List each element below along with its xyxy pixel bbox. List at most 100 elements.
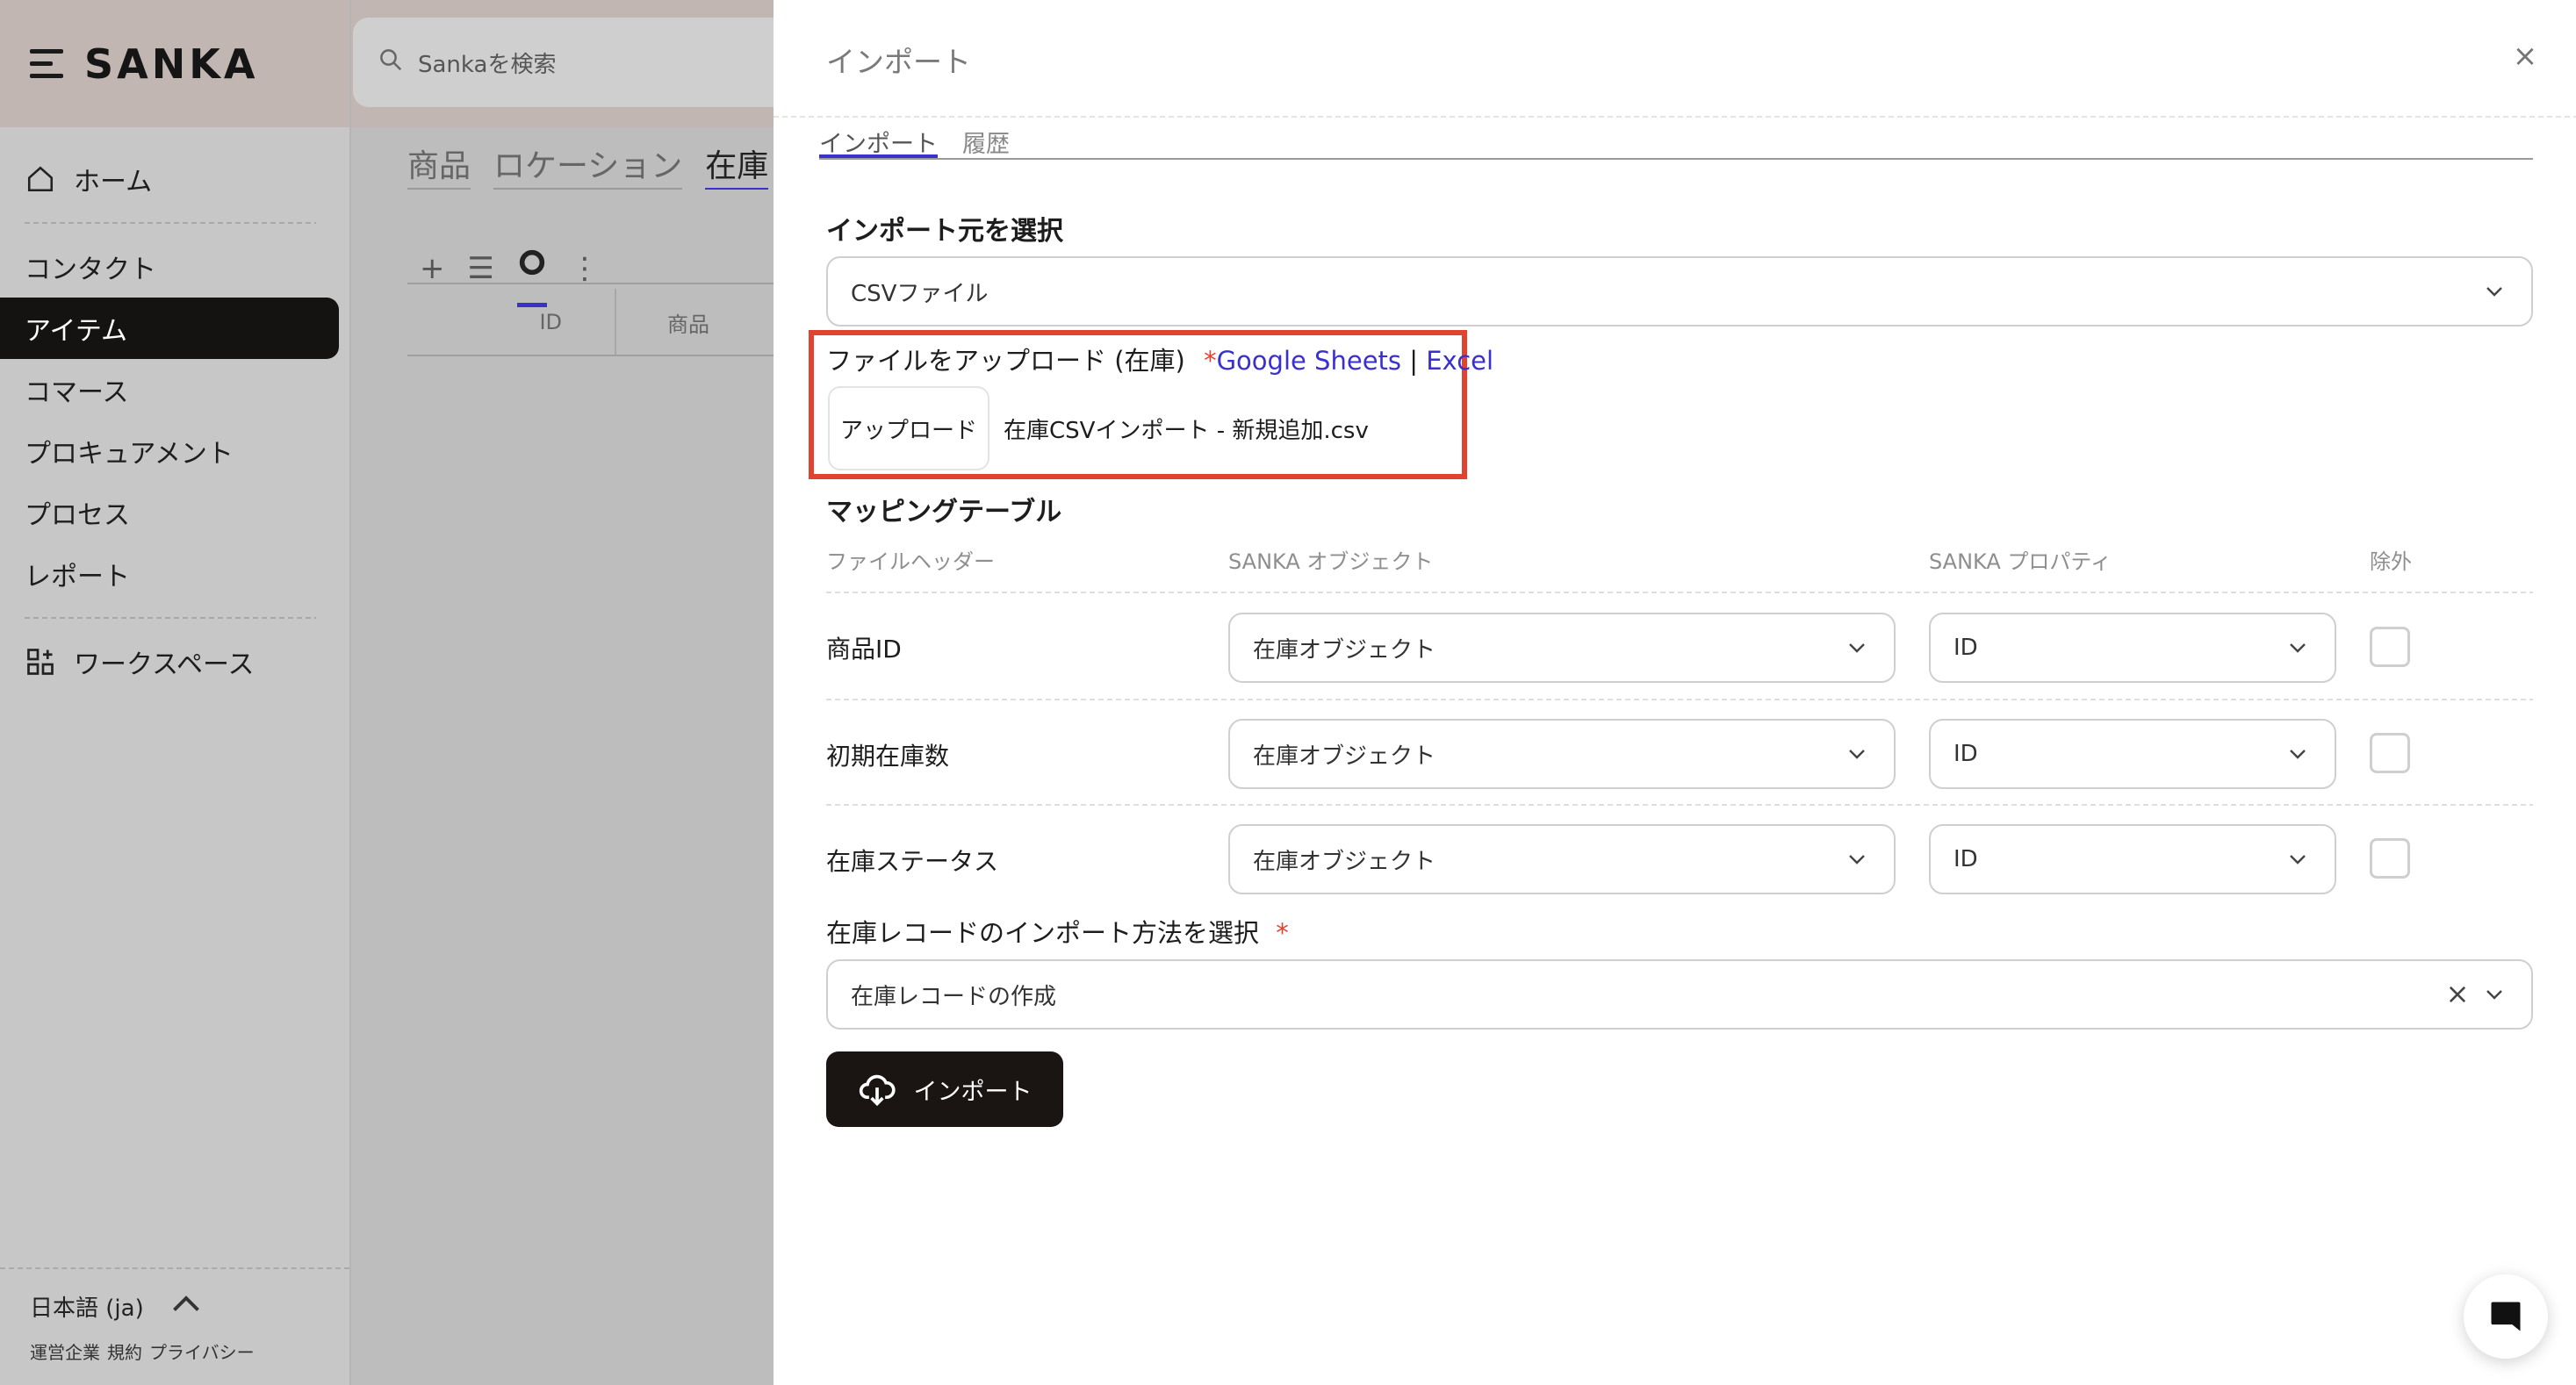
sidebar-item-label: プロキュアメント [25, 439, 234, 470]
language-label: 日本語 (ja) [30, 1295, 144, 1322]
tab-import[interactable]: インポート [819, 125, 938, 158]
footer-links: 運営企業 規約 プライバシー [30, 1338, 320, 1364]
sidebar-footer: 日本語 (ja) 運営企業 規約 プライバシー [0, 1267, 349, 1385]
clear-icon[interactable] [2445, 982, 2470, 1007]
divider [826, 804, 2533, 806]
divider [25, 222, 316, 224]
cloud-download-icon [859, 1074, 896, 1107]
sidebar-item-report[interactable]: レポート [0, 543, 339, 605]
sidebar-item-procurement[interactable]: プロキュアメント [0, 420, 339, 482]
excel-link[interactable]: Excel [1426, 346, 1493, 376]
method-select[interactable]: 在庫レコードの作成 [826, 959, 2533, 1030]
mapping-header-object: SANKA オブジェクト [1228, 549, 1434, 574]
upload-label: ファイルをアップロード (在庫) *Google Sheets | Excel [826, 341, 1493, 377]
select-value: ID [1954, 846, 1978, 872]
chevron-down-icon [1849, 643, 1865, 653]
sidebar-item-label: コンタクト [25, 255, 156, 285]
required-mark: * [1276, 918, 1289, 948]
select-value: 在庫オブジェクト [1253, 848, 1436, 875]
required-mark: * [1204, 346, 1217, 376]
footer-link-privacy[interactable]: プライバシー [149, 1338, 255, 1364]
sidebar-item-label: レポート [25, 562, 130, 592]
select-value: ID [1954, 635, 1978, 661]
divider [407, 283, 794, 284]
sidebar-item-label: ホーム [74, 167, 153, 197]
chevron-down-icon [2290, 643, 2306, 653]
chevron-up-icon [170, 1293, 202, 1320]
table-header: ID 商品 [407, 289, 794, 356]
sidebar-item-process[interactable]: プロセス [0, 482, 339, 543]
add-icon[interactable]: + [420, 251, 445, 286]
close-icon[interactable]: × [2508, 39, 2543, 74]
uploaded-file-name: 在庫CSVインポート - 新規追加.csv [1004, 418, 1369, 444]
panel-title: インポート [826, 45, 971, 79]
chat-button[interactable] [2464, 1274, 2548, 1359]
mapping-title: マッピングテーブル [826, 497, 1062, 527]
column-header-id: ID [539, 310, 562, 334]
column-header-product: 商品 [667, 312, 709, 337]
source-select-value: CSVファイル [851, 280, 989, 307]
sidebar-item-label: アイテム [25, 316, 127, 347]
mapping-header-exclude: 除外 [2370, 549, 2412, 574]
method-label-text: 在庫レコードのインポート方法を選択 [826, 918, 1260, 948]
source-label: インポート元を選択 [826, 216, 1063, 247]
sidebar-item-label: コマース [25, 377, 129, 408]
tab-products[interactable]: 商品 [407, 140, 471, 190]
mapping-object-select[interactable]: 在庫オブジェクト [1228, 719, 1896, 789]
panel-tabs: インポート 履歴 [819, 125, 2533, 160]
divider [826, 592, 2533, 593]
import-button-label: インポート [913, 1078, 1033, 1106]
column-divider [562, 289, 616, 355]
chat-icon [2491, 1302, 2521, 1331]
search-input[interactable]: Sankaを検索 [353, 18, 827, 107]
method-select-value: 在庫レコードの作成 [851, 983, 1057, 1010]
chevron-down-icon [1849, 855, 1865, 865]
search-placeholder: Sankaを検索 [418, 51, 557, 78]
upload-button[interactable]: アップロード [828, 386, 989, 470]
object-tabs: 商品 ロケーション 在庫 [407, 140, 769, 190]
tab-locations[interactable]: ロケーション [493, 140, 683, 190]
mapping-header-file: ファイルヘッダー [826, 549, 995, 574]
sidebar-item-label: プロセス [25, 500, 130, 531]
search-icon [378, 47, 404, 79]
divider [826, 699, 2533, 700]
more-icon[interactable]: ⋮ [570, 251, 600, 286]
link-separator: | [1409, 346, 1419, 376]
divider [25, 617, 316, 619]
footer-link-company[interactable]: 運営企業 [30, 1338, 100, 1364]
mapping-property-select[interactable]: ID [1929, 824, 2336, 894]
sidebar-item-contact[interactable]: コンタクト [0, 236, 339, 298]
exclude-checkbox[interactable] [2370, 733, 2410, 773]
tab-inventory[interactable]: 在庫 [705, 140, 769, 190]
exclude-checkbox[interactable] [2370, 838, 2410, 879]
exclude-checkbox[interactable] [2370, 627, 2410, 667]
select-value: 在庫オブジェクト [1253, 636, 1436, 664]
sidebar-item-item[interactable]: アイテム [0, 298, 339, 359]
sidebar: SANKA ホーム コンタクト アイテム コマース プロキュアメント プロセス … [0, 0, 351, 1385]
mapping-property-select[interactable]: ID [1929, 613, 2336, 683]
mapping-property-select[interactable]: ID [1929, 719, 2336, 789]
menu-icon[interactable] [30, 49, 63, 78]
sidebar-item-commerce[interactable]: コマース [0, 359, 339, 420]
chevron-down-icon [2290, 750, 2306, 759]
footer-link-terms[interactable]: 規約 [107, 1338, 142, 1364]
sidebar-item-home[interactable]: ホーム [0, 148, 339, 210]
mapping-header-property: SANKA プロパティ [1929, 549, 2112, 574]
mapping-object-select[interactable]: 在庫オブジェクト [1228, 824, 1896, 894]
list-icon[interactable]: ☰ [468, 251, 494, 286]
method-label: 在庫レコードのインポート方法を選択 * [826, 913, 1289, 950]
sidebar-item-workspace[interactable]: ワークスペース [0, 631, 339, 692]
google-sheets-link[interactable]: Google Sheets [1217, 346, 1401, 376]
import-button[interactable]: インポート [826, 1051, 1063, 1127]
language-selector[interactable]: 日本語 (ja) [30, 1290, 320, 1323]
tab-history[interactable]: 履歴 [962, 125, 1010, 158]
brand-header: SANKA [0, 0, 349, 127]
source-select[interactable]: CSVファイル [826, 256, 2533, 327]
chevron-down-icon [2486, 990, 2502, 1000]
brand-logo: SANKA [84, 39, 259, 88]
mapping-object-select[interactable]: 在庫オブジェクト [1228, 613, 1896, 683]
select-value: ID [1954, 741, 1978, 767]
mapping-row-header: 商品ID [826, 635, 902, 664]
grid-icon [25, 646, 56, 678]
mapping-row-header: 在庫ステータス [826, 847, 999, 876]
